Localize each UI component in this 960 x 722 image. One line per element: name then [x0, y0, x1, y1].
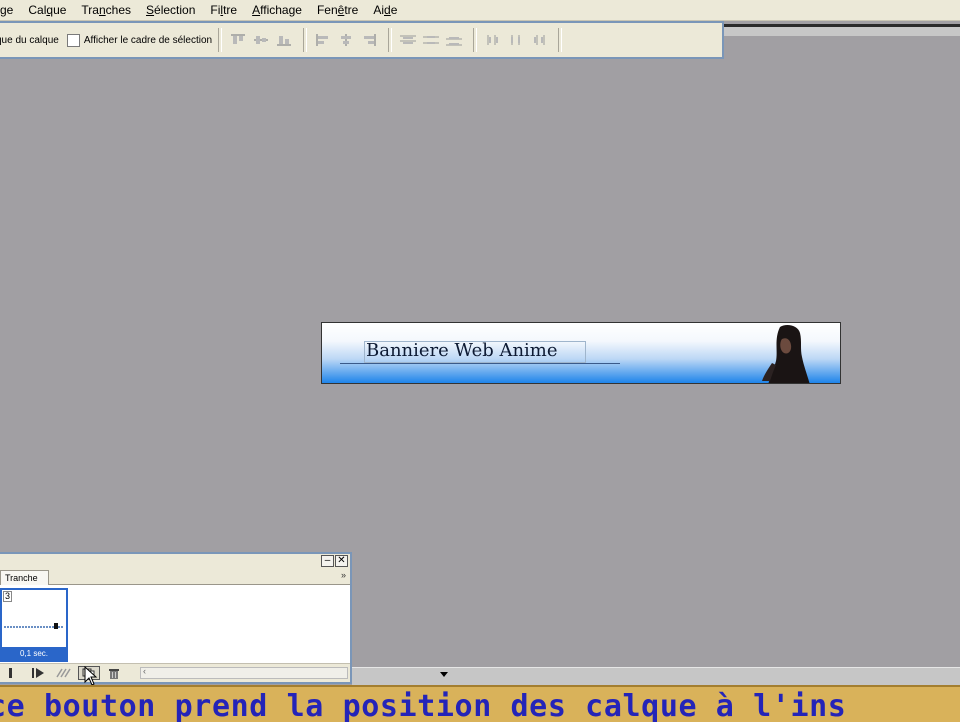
trash-icon[interactable] [103, 666, 125, 680]
toolbar-divider [473, 28, 478, 52]
options-bar: que du calque Afficher le cadre de sélec… [0, 21, 724, 59]
animation-toolbar: ‹ [0, 663, 350, 682]
toolbar-divider [303, 28, 308, 52]
frame-delay-dropdown[interactable]: 0,1 sec. [2, 647, 66, 660]
animation-frame[interactable]: 3 0,1 sec. [0, 588, 68, 662]
menu-bar: ge Calque Tranches Sélection Filtre Affichage… [0, 0, 960, 21]
banner-image[interactable]: Banniere Web Anime [321, 322, 841, 384]
distribute-hcenter-icon[interactable] [506, 31, 526, 49]
panel-menu-icon[interactable]: » [341, 570, 346, 580]
show-bounding-box-label[interactable]: Afficher le cadre de sélection [84, 35, 212, 46]
banner-title: Banniere Web Anime [366, 340, 558, 361]
distribute-top-icon[interactable] [398, 31, 418, 49]
show-bounding-box-checkbox[interactable] [66, 33, 80, 47]
distribute-right-icon[interactable] [529, 31, 549, 49]
distribute-vcenter-icon[interactable] [421, 31, 441, 49]
align-bottom-edges-icon[interactable] [274, 31, 294, 49]
distribute-left-icon[interactable] [483, 31, 503, 49]
next-frame-icon[interactable] [28, 666, 50, 680]
status-dropdown-icon[interactable] [440, 672, 448, 677]
align-right-edges-icon[interactable] [359, 31, 379, 49]
menu-item-aide[interactable]: Aide [373, 3, 397, 17]
auto-select-layer-label[interactable]: que du calque [0, 35, 59, 46]
tutorial-caption: ce bouton prend la position des calque à… [0, 685, 960, 722]
caption-text: ce bouton prend la position des calque à… [0, 689, 847, 722]
animation-panel: – ✕ Tranche » 3 0,1 sec. ‹ [0, 552, 352, 684]
toolbar-divider [218, 28, 223, 52]
character-figure-icon [762, 325, 810, 383]
close-icon[interactable]: ✕ [335, 555, 348, 567]
toolbar-divider [558, 28, 563, 52]
panel-tab-row: Tranche » [0, 570, 350, 585]
tween-icon[interactable] [53, 666, 75, 680]
align-top-edges-icon[interactable] [228, 31, 248, 49]
frames-area: 3 0,1 sec. [0, 585, 350, 664]
toolbar-divider [388, 28, 393, 52]
menu-item-ge[interactable]: ge [0, 3, 13, 17]
menu-item-tranches[interactable]: Tranches [81, 3, 131, 17]
align-vertical-centers-icon[interactable] [251, 31, 271, 49]
frame-number: 3 [3, 591, 13, 602]
banner-underline [340, 363, 620, 364]
align-left-edges-icon[interactable] [313, 31, 333, 49]
minimize-icon[interactable]: – [321, 555, 334, 567]
align-horizontal-centers-icon[interactable] [336, 31, 356, 49]
menu-item-fen-tre[interactable]: Fenêtre [317, 3, 358, 17]
menu-item-affichage[interactable]: Affichage [252, 3, 302, 17]
mouse-cursor-icon [84, 666, 98, 686]
distribute-bottom-icon[interactable] [444, 31, 464, 49]
menu-item-s-lection[interactable]: Sélection [146, 3, 195, 17]
status-bar [352, 667, 960, 686]
panel-title-bar[interactable]: – ✕ [0, 554, 350, 570]
menu-item-calque[interactable]: Calque [28, 3, 66, 17]
tab-tranche[interactable]: Tranche [0, 570, 49, 585]
scroll-left-icon[interactable]: ‹ [143, 666, 146, 676]
frames-scrollbar[interactable]: ‹ [140, 666, 348, 679]
menu-item-filtre[interactable]: Filtre [210, 3, 237, 17]
document-tab-strip [724, 24, 960, 36]
stop-icon[interactable] [3, 666, 25, 680]
frame-thumbnail [4, 602, 64, 646]
